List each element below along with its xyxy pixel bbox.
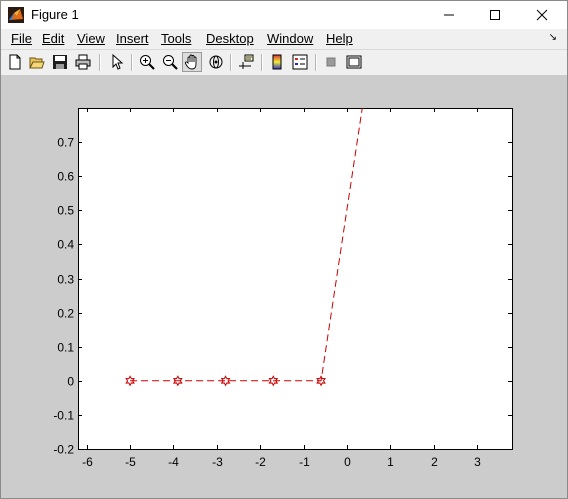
y-tick-label: 0.1 xyxy=(57,341,74,355)
print-button[interactable] xyxy=(73,52,93,72)
insert-legend-button[interactable] xyxy=(290,52,310,72)
y-tick-labels: -0.2 -0.1 0 0.1 0.2 0.3 0.4 0.5 0.6 0.7 xyxy=(53,136,74,457)
x-tick-label: -6 xyxy=(82,455,93,469)
x-tick-label: 1 xyxy=(387,455,394,469)
toolbar-separator xyxy=(261,54,263,71)
insert-colorbar-button[interactable] xyxy=(267,52,287,72)
y-tick-label: 0.6 xyxy=(57,170,74,184)
figure-canvas[interactable]: -6 -5 -4 -3 -2 -1 0 1 2 3 -0.2 -0.1 0 0.1 0.2 0.3 0.4 0.… xyxy=(1,75,567,498)
y-tick-label: 0.3 xyxy=(57,273,74,287)
open-file-button[interactable] xyxy=(27,52,47,72)
maximize-icon xyxy=(490,10,500,20)
minimize-button[interactable] xyxy=(426,1,472,29)
title-bar[interactable]: Figure 1 xyxy=(1,1,567,29)
new-figure-icon xyxy=(9,54,21,70)
rotate-3d-icon xyxy=(209,55,223,69)
x-tick-label: 0 xyxy=(344,455,351,469)
y-tick-label: -0.1 xyxy=(53,409,74,423)
window-title: Figure 1 xyxy=(31,7,79,22)
zoom-out-icon xyxy=(163,55,178,70)
x-tick-labels: -6 -5 -4 -3 -2 -1 0 1 2 3 xyxy=(82,455,481,469)
y-tick-label: 0.4 xyxy=(57,238,74,252)
colorbar-icon xyxy=(272,54,282,70)
close-icon xyxy=(536,9,548,21)
rotate-3d-button[interactable] xyxy=(206,52,226,72)
maximize-button[interactable] xyxy=(472,1,518,29)
y-tick-label: -0.2 xyxy=(53,443,74,457)
x-tick-label: -2 xyxy=(255,455,266,469)
figure-toolbar xyxy=(1,49,567,76)
zoom-in-button[interactable] xyxy=(137,52,157,72)
zoom-out-button[interactable] xyxy=(160,52,180,72)
zoom-in-icon xyxy=(140,55,155,70)
menu-view[interactable]: View xyxy=(77,31,105,47)
x-tick-label: -4 xyxy=(168,455,179,469)
hide-plot-tools-icon xyxy=(326,57,336,67)
y-tick-label: 0.2 xyxy=(57,307,74,321)
close-button[interactable] xyxy=(519,1,565,29)
dock-arrow-icon[interactable]: ↘ xyxy=(549,32,557,43)
pan-hand-icon xyxy=(184,54,197,70)
show-plot-tools-icon xyxy=(346,55,362,69)
menu-tools[interactable]: Tools xyxy=(161,31,191,47)
menu-insert[interactable]: Insert xyxy=(116,31,149,47)
x-tick-label: 2 xyxy=(431,455,438,469)
x-tick-label: -3 xyxy=(212,455,223,469)
save-icon xyxy=(53,55,67,69)
save-button[interactable] xyxy=(50,52,70,72)
toolbar-separator xyxy=(99,54,101,71)
x-tick-label: -1 xyxy=(299,455,310,469)
menu-edit[interactable]: Edit xyxy=(42,31,64,47)
edit-plot-button[interactable] xyxy=(107,52,127,72)
show-plot-tools-button[interactable] xyxy=(344,52,364,72)
figure-window: Figure 1 File Edit View Insert Tools Des… xyxy=(0,0,568,499)
menu-bar: File Edit View Insert Tools Desktop Wind… xyxy=(1,29,567,49)
menu-window[interactable]: Window xyxy=(267,31,313,47)
plot-svg: -6 -5 -4 -3 -2 -1 0 1 2 3 -0.2 -0.1 0 0.1 0.2 0.3 0.4 0.… xyxy=(53,108,513,469)
minimize-icon xyxy=(444,14,454,16)
y-tick-label: 0.5 xyxy=(57,204,74,218)
new-figure-button[interactable] xyxy=(5,52,25,72)
menu-help[interactable]: Help xyxy=(326,31,353,47)
data-cursor-icon xyxy=(239,54,254,69)
hide-plot-tools-button[interactable] xyxy=(321,52,341,72)
axes-box[interactable] xyxy=(78,108,513,450)
menu-file[interactable]: File xyxy=(11,31,32,47)
x-tick-label: 3 xyxy=(474,455,481,469)
y-tick-label: 0.7 xyxy=(57,136,74,150)
toolbar-separator xyxy=(131,54,133,71)
data-cursor-button[interactable] xyxy=(236,52,256,72)
matlab-icon xyxy=(8,7,24,23)
y-tick-label: 0 xyxy=(67,375,74,389)
toolbar-separator xyxy=(315,54,317,71)
toolbar-separator xyxy=(230,54,232,71)
menu-desktop[interactable]: Desktop xyxy=(206,31,254,47)
edit-plot-pointer-icon xyxy=(112,54,124,70)
open-file-icon xyxy=(29,57,45,69)
pan-button[interactable] xyxy=(182,52,202,72)
x-tick-label: -5 xyxy=(125,455,136,469)
legend-icon xyxy=(292,54,308,70)
print-icon xyxy=(75,54,91,70)
